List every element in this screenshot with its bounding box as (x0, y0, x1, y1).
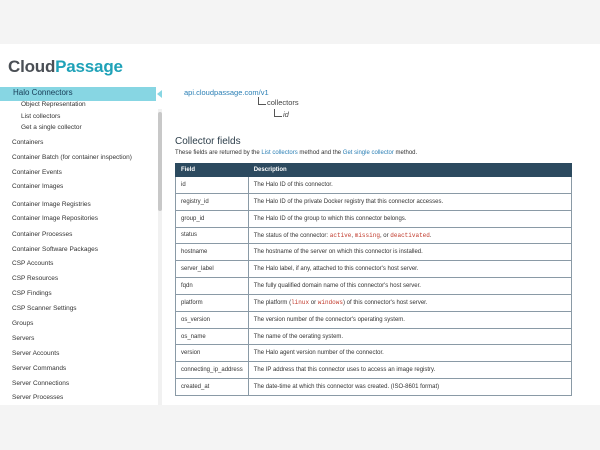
tree-elbow-icon (258, 97, 266, 105)
sidebar-item-container-image-registries[interactable]: Container Image Registries (12, 201, 91, 208)
table-row: os_version The version number of the conn… (175, 310, 573, 329)
sidebar-subitem-get-single-collector[interactable]: Get a single collector (21, 124, 82, 131)
column-header-description: Description (247, 163, 573, 177)
field-name: connecting_ip_address (175, 361, 249, 380)
field-description: The name of the oerating system. (247, 327, 573, 346)
field-description: The status of the connector: active, mis… (247, 226, 573, 245)
table-row: connecting_ip_address The IP address that… (175, 361, 573, 380)
table-header-row: Field Description (175, 163, 573, 177)
field-name: id (175, 176, 249, 194)
sidebar-subitem-object-representation[interactable]: Object Representation (21, 101, 86, 108)
window-top-margin (0, 0, 600, 44)
sidebar-item-server-commands[interactable]: Server Commands (12, 365, 66, 372)
table-row: created_at The date-time at which this co… (175, 378, 573, 396)
sidebar-item-csp-accounts[interactable]: CSP Accounts (12, 260, 53, 267)
field-description: The fully qualified domain name of this … (247, 277, 573, 295)
platform-value-windows: windows (317, 299, 343, 307)
sidebar-item-csp-scanner-settings[interactable]: CSP Scanner Settings (12, 305, 77, 312)
status-value-missing: missing (354, 231, 380, 239)
active-pointer-arrow (157, 90, 162, 98)
sidebar-item-container-software-packages[interactable]: Container Software Packages (12, 246, 98, 253)
field-name: status (175, 226, 249, 245)
endpoint-tree-collectors: collectors (258, 97, 299, 107)
field-name: platform (175, 293, 249, 312)
sidebar-item-servers[interactable]: Servers (12, 335, 34, 342)
window-bottom-margin (0, 405, 600, 450)
field-description: The Halo ID of the private Docker regist… (247, 192, 573, 211)
sidebar-item-containers[interactable]: Containers (12, 139, 43, 146)
field-name: hostname (175, 243, 249, 262)
sidebar-nav: Halo Connectors Object Representation Li… (0, 84, 165, 405)
sidebar-item-container-events[interactable]: Container Events (12, 169, 62, 176)
sidebar-item-container-images[interactable]: Container Images (12, 183, 63, 190)
sidebar-item-csp-findings[interactable]: CSP Findings (12, 290, 52, 297)
field-description: The Halo ID of this connector. (247, 176, 573, 194)
status-value-deactivated: deactivated (390, 231, 430, 239)
field-description: The Halo label, if any, attached to this… (247, 260, 573, 279)
field-name: created_at (175, 378, 249, 396)
field-description: The hostname of the server on which this… (247, 243, 573, 262)
api-base-url-link[interactable]: api.cloudpassage.com/v1 (184, 88, 269, 97)
table-row: server_label The Halo label, if any, atta… (175, 260, 573, 279)
field-name: fqdn (175, 277, 249, 295)
sidebar-scrollbar-thumb[interactable] (158, 112, 162, 211)
section-intro: These fields are returned by the List co… (175, 150, 418, 156)
status-value-active: active (329, 231, 352, 239)
table-row: id The Halo ID of this connector. (175, 176, 573, 194)
sidebar-subitem-list-collectors[interactable]: List collectors (21, 113, 60, 120)
tree-elbow-icon (274, 109, 282, 117)
table-row: status The status of the connector: activ… (175, 226, 573, 245)
tree-id-label: id (283, 110, 289, 119)
get-single-collector-link[interactable]: Get single collector (343, 150, 394, 156)
field-name: os_version (175, 310, 249, 329)
section-title: Collector fields (175, 136, 241, 147)
list-collectors-link[interactable]: List collectors (261, 150, 297, 156)
sidebar-item-groups[interactable]: Groups (12, 320, 33, 327)
sidebar-active-label: Halo Connectors (13, 88, 73, 97)
field-description: The date-time at which this connector wa… (247, 378, 573, 396)
sidebar-item-container-processes[interactable]: Container Processes (12, 231, 72, 238)
table-row: os_name The name of the oerating system. (175, 327, 573, 346)
field-name: server_label (175, 260, 249, 279)
platform-value-linux: linux (291, 299, 310, 307)
sidebar-item-container-image-repositories[interactable]: Container Image Repositories (12, 215, 98, 222)
table-row: hostname The hostname of the server on wh… (175, 243, 573, 262)
table-row: platform The platform (linux or windows) … (175, 293, 573, 312)
field-description: The IP address that this connector uses … (247, 361, 573, 380)
table-row: group_id The Halo ID of the group to whic… (175, 209, 573, 228)
cloudpassage-logo[interactable]: CloudPassage (8, 57, 123, 77)
endpoint-tree-id: id (274, 109, 289, 119)
field-name: version (175, 344, 249, 363)
sidebar-item-csp-resources[interactable]: CSP Resources (12, 275, 58, 282)
field-description: The version number of the connector's op… (247, 310, 573, 329)
table-row: fqdn The fully qualified domain name of t… (175, 277, 573, 295)
sidebar-item-server-processes[interactable]: Server Processes (12, 394, 63, 401)
table-row: version The Halo agent version number of … (175, 344, 573, 363)
sidebar-item-server-accounts[interactable]: Server Accounts (12, 350, 59, 357)
sidebar-item-halo-connectors[interactable]: Halo Connectors (0, 87, 156, 101)
collector-fields-table: Field Description id The Halo ID of this … (175, 163, 573, 396)
tree-collectors-label: collectors (267, 98, 299, 107)
field-name: registry_id (175, 192, 249, 211)
sidebar-item-server-connections[interactable]: Server Connections (12, 380, 69, 387)
field-description: The Halo ID of the group to which this c… (247, 209, 573, 228)
field-description: The Halo agent version number of the con… (247, 344, 573, 363)
field-description: The platform (linux or windows) of this … (247, 293, 573, 312)
sidebar-item-container-batch[interactable]: Container Batch (for container inspectio… (12, 154, 132, 161)
field-name: os_name (175, 327, 249, 346)
table-row: registry_id The Halo ID of the private Do… (175, 192, 573, 211)
column-header-field: Field (175, 163, 249, 177)
main-content: api.cloudpassage.com/v1 collectors id Co… (165, 84, 600, 405)
field-name: group_id (175, 209, 249, 228)
